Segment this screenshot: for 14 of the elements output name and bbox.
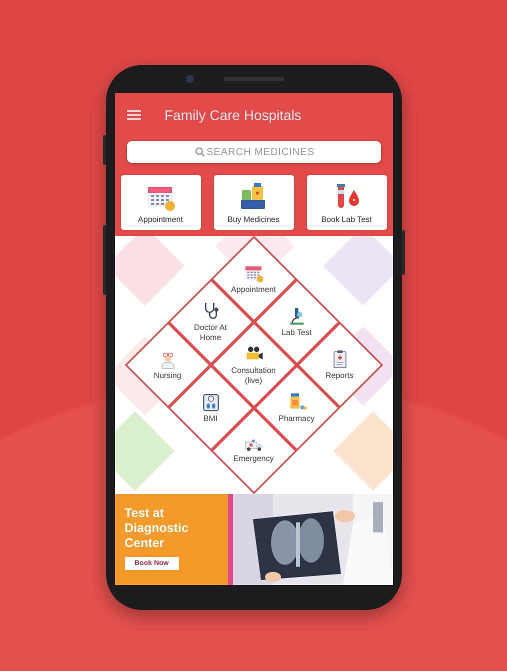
quick-action-card[interactable]: Book Lab Test (306, 175, 386, 230)
weighing-scale-icon (200, 392, 220, 412)
search-icon (194, 147, 204, 157)
side-button[interactable] (102, 135, 106, 165)
quick-action-card[interactable]: Appointment (120, 175, 200, 230)
menu-icon[interactable] (126, 110, 140, 120)
quick-action-card[interactable]: Buy Medicines (214, 175, 294, 230)
search-field[interactable]: SEARCH MEDICINES (126, 141, 380, 163)
side-button[interactable] (102, 225, 106, 295)
banner-title: Test at Diagnostic Center (124, 506, 190, 551)
service-tile[interactable]: Reports (310, 349, 370, 381)
app-title: Family Care Hospitals (164, 107, 302, 123)
camera-lens (186, 75, 194, 83)
service-tile[interactable]: Consultation (live) (224, 344, 284, 386)
